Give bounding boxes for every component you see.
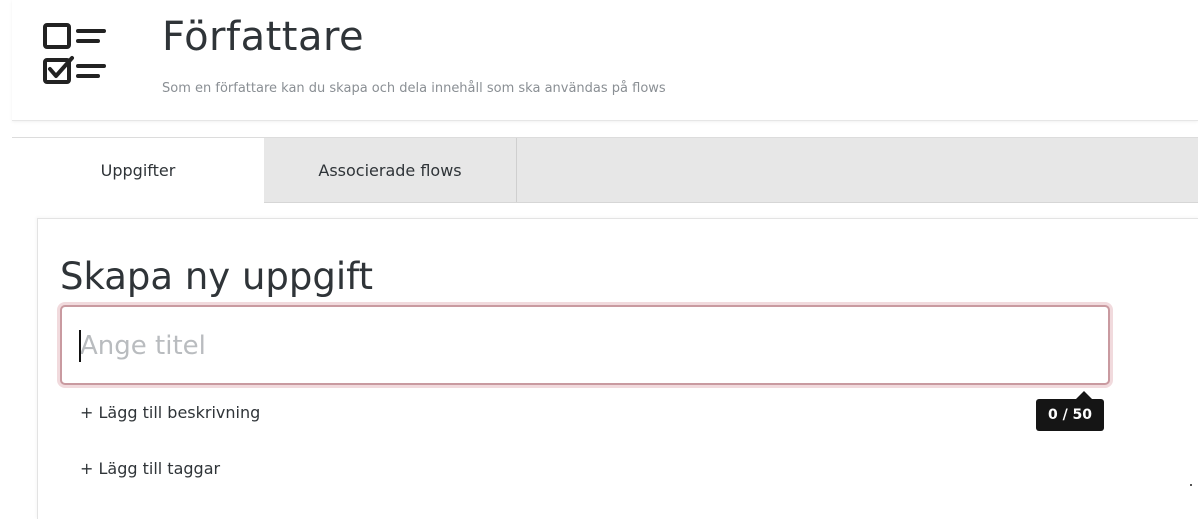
page-header: Författare Som en författare kan du skap…: [12, 0, 1198, 121]
title-input[interactable]: [78, 307, 1092, 385]
title-input-container: [60, 305, 1110, 385]
checklist-icon: [43, 23, 106, 84]
decorative-dot: [1190, 484, 1192, 486]
tab-associerade-flows[interactable]: Associerade flows: [264, 138, 517, 202]
character-counter: 0 / 50: [1036, 391, 1104, 431]
tab-bar: Uppgifter Associerade flows: [12, 137, 1198, 203]
tab-uppgifter[interactable]: Uppgifter: [12, 138, 264, 203]
section-title: Skapa ny uppgift: [60, 255, 374, 298]
page-subtitle: Som en författare kan du skapa och dela …: [162, 81, 666, 96]
add-description-link[interactable]: + Lägg till beskrivning: [80, 403, 260, 422]
create-task-card: Skapa ny uppgift 0 / 50 + Lägg till besk…: [37, 218, 1198, 519]
page-title: Författare: [162, 14, 365, 60]
add-tags-link[interactable]: + Lägg till taggar: [80, 459, 220, 478]
text-caret: [79, 330, 81, 362]
